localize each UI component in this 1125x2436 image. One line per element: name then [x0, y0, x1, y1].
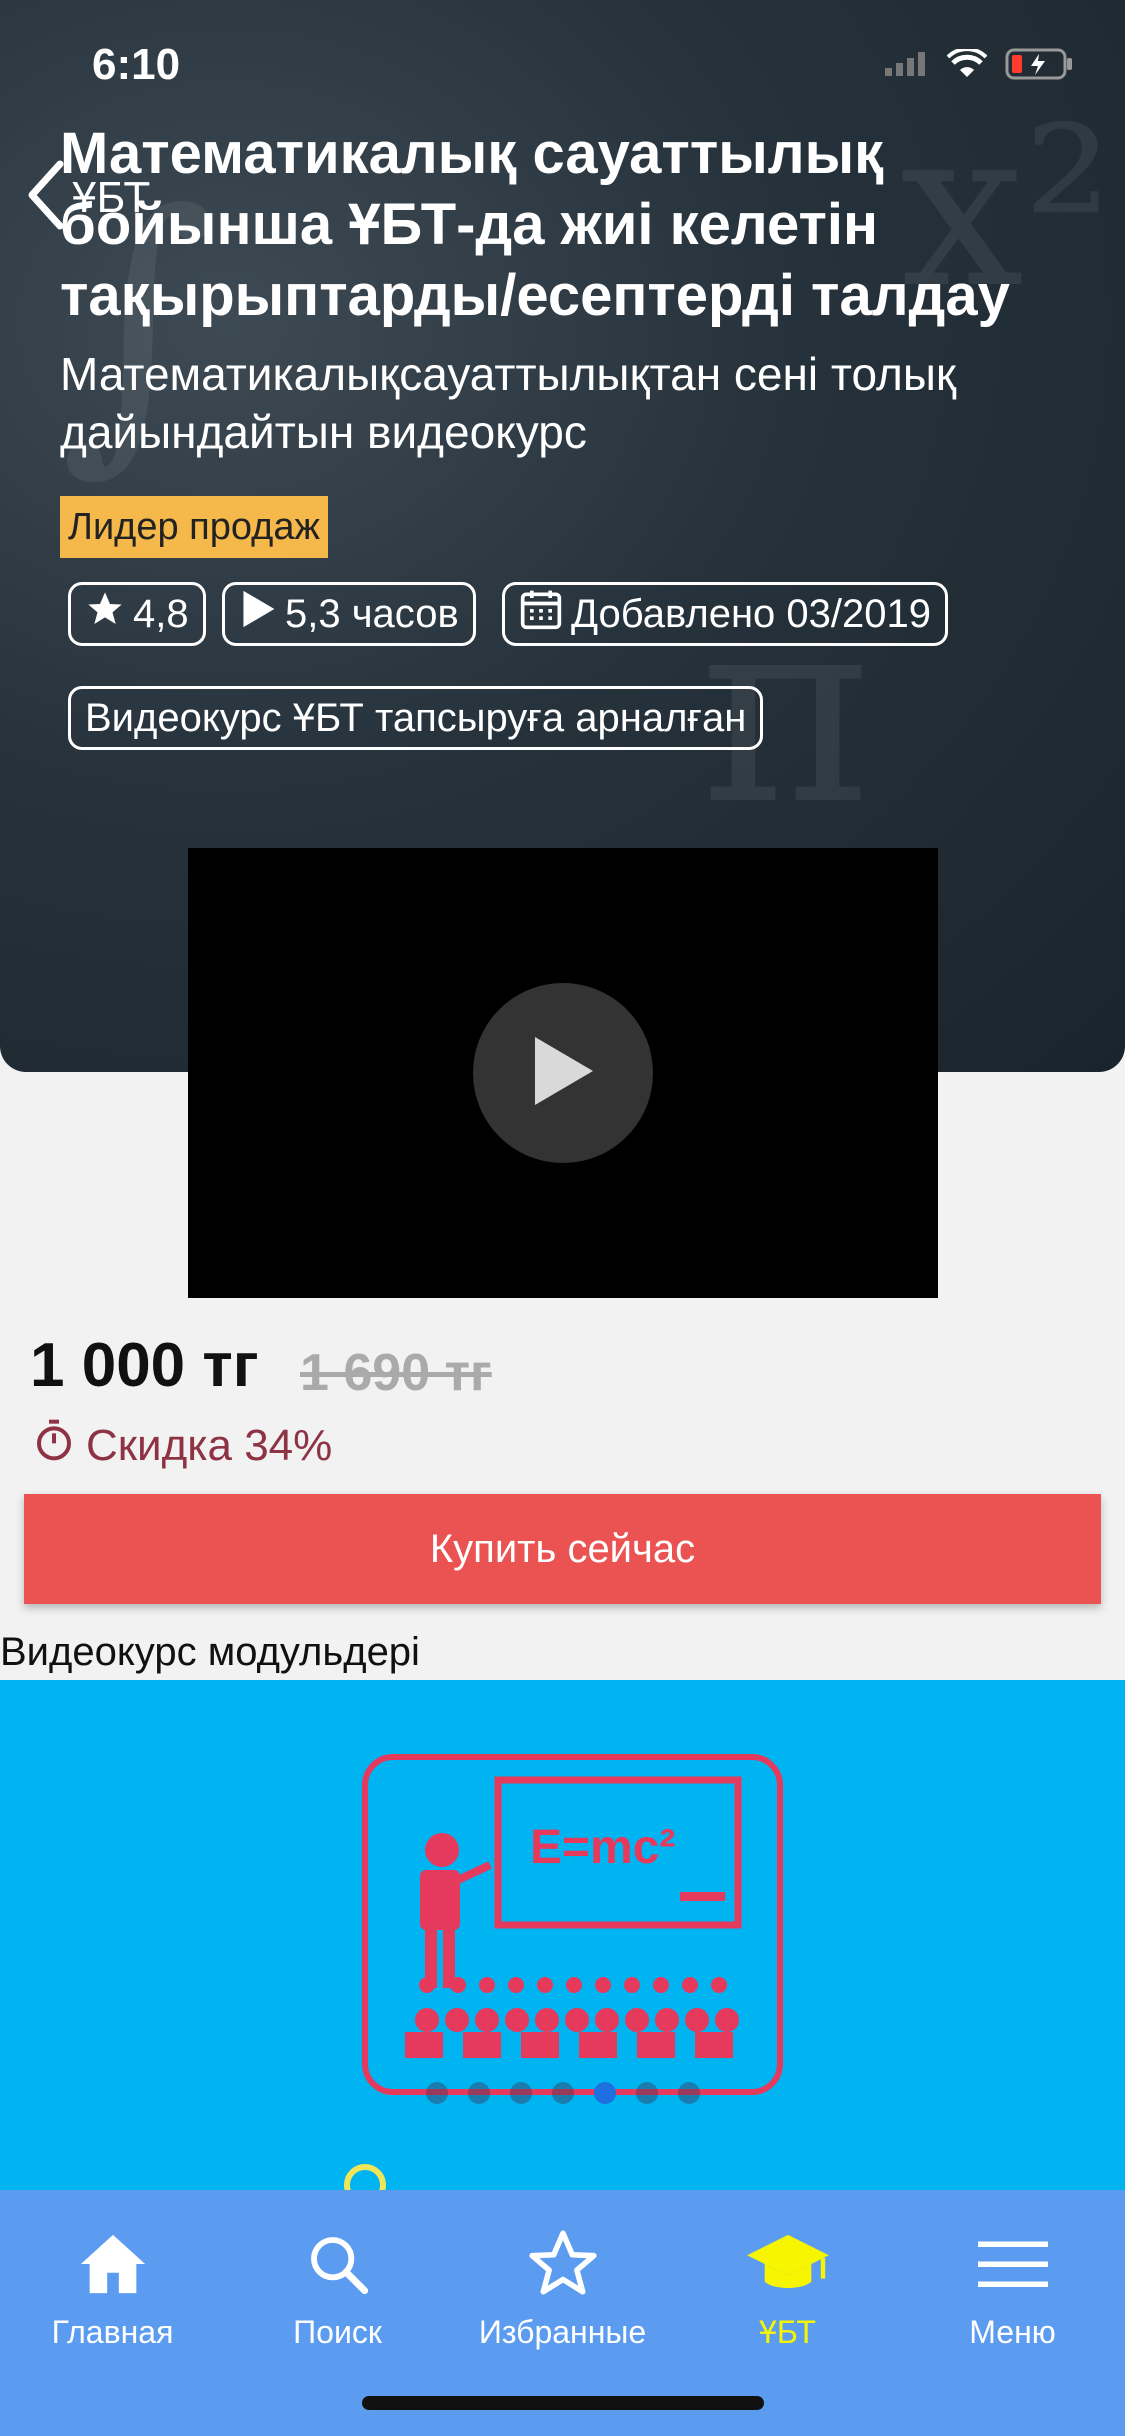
- modules-title: Видеокурс модульдері: [0, 1630, 420, 1674]
- star-icon: [526, 2224, 600, 2304]
- home-icon: [78, 2224, 148, 2304]
- carousel-dot[interactable]: [635, 2082, 658, 2104]
- video-play-button[interactable]: [473, 983, 653, 1163]
- added-date-value: Добавлено 03/2019: [571, 591, 931, 636]
- buy-now-button[interactable]: Купить сейчас: [24, 1494, 1101, 1604]
- tab-ubt[interactable]: ҰБТ: [675, 2190, 900, 2390]
- home-indicator: [362, 2396, 764, 2410]
- timer-icon: [34, 1418, 74, 1473]
- carousel-dot[interactable]: [425, 2082, 448, 2104]
- added-date-chip: Добавлено 03/2019: [502, 582, 948, 646]
- carousel-pagination[interactable]: [0, 2082, 1125, 2104]
- star-filled-icon: [85, 589, 125, 639]
- carousel-dot[interactable]: [509, 2082, 532, 2104]
- current-price: 1 000 тг: [30, 1331, 259, 1400]
- course-tag-chip: Видеокурс ҰБТ тапсыруға арналған: [68, 686, 764, 750]
- banner-formula: E=mc²: [530, 1821, 675, 1874]
- play-icon: [531, 1035, 595, 1112]
- tab-menu[interactable]: Меню: [900, 2190, 1125, 2390]
- modules-carousel[interactable]: E=mc²: [0, 1680, 1125, 2190]
- rating-value: 4,8: [133, 591, 189, 636]
- graduation-cap-icon: [743, 2224, 833, 2304]
- discount-info: Скидка 34%: [34, 1418, 332, 1473]
- course-title: Математикалық сауаттылық бойынша ҰБТ-да …: [60, 121, 1010, 328]
- tab-favorites[interactable]: Избранные: [450, 2190, 675, 2390]
- rating-chip: 4,8: [68, 582, 206, 646]
- carousel-dot[interactable]: [551, 2082, 574, 2104]
- course-tag-value: Видеокурс ҰБТ тапсыруға арналған: [85, 695, 747, 740]
- carousel-dot[interactable]: [677, 2082, 700, 2104]
- menu-icon: [977, 2224, 1048, 2304]
- old-price: 1 690 тг: [300, 1344, 492, 1402]
- tab-label: Поиск: [293, 2314, 382, 2350]
- signal-icon: [885, 52, 929, 81]
- calendar-icon: [519, 587, 563, 641]
- tab-label: Главная: [51, 2314, 174, 2350]
- play-icon: [239, 589, 277, 639]
- carousel-dot[interactable]: [467, 2082, 490, 2104]
- wifi-icon: [946, 47, 988, 84]
- battery-icon: [1005, 48, 1075, 85]
- tab-home[interactable]: Главная: [0, 2190, 225, 2390]
- carousel-dot[interactable]: [593, 2082, 616, 2104]
- tab-search[interactable]: Поиск: [225, 2190, 450, 2390]
- bestseller-badge: Лидер продаж: [60, 496, 328, 558]
- tab-label: Меню: [969, 2314, 1056, 2350]
- status-time: 6:10: [92, 40, 181, 89]
- status-indicators: [885, 47, 1075, 85]
- teacher-classroom-illustration: E=mc²: [344, 1754, 783, 2190]
- tab-label: Избранные: [478, 2314, 647, 2350]
- video-player[interactable]: [188, 848, 938, 1298]
- search-icon: [306, 2224, 370, 2304]
- duration-value: 5,3 часов: [285, 591, 459, 636]
- tab-label: ҰБТ: [759, 2314, 816, 2350]
- duration-chip: 5,3 часов: [222, 582, 476, 646]
- course-subtitle: Математикалықсауаттылықтан сені толық да…: [60, 348, 957, 458]
- discount-label: Скидка 34%: [86, 1420, 333, 1470]
